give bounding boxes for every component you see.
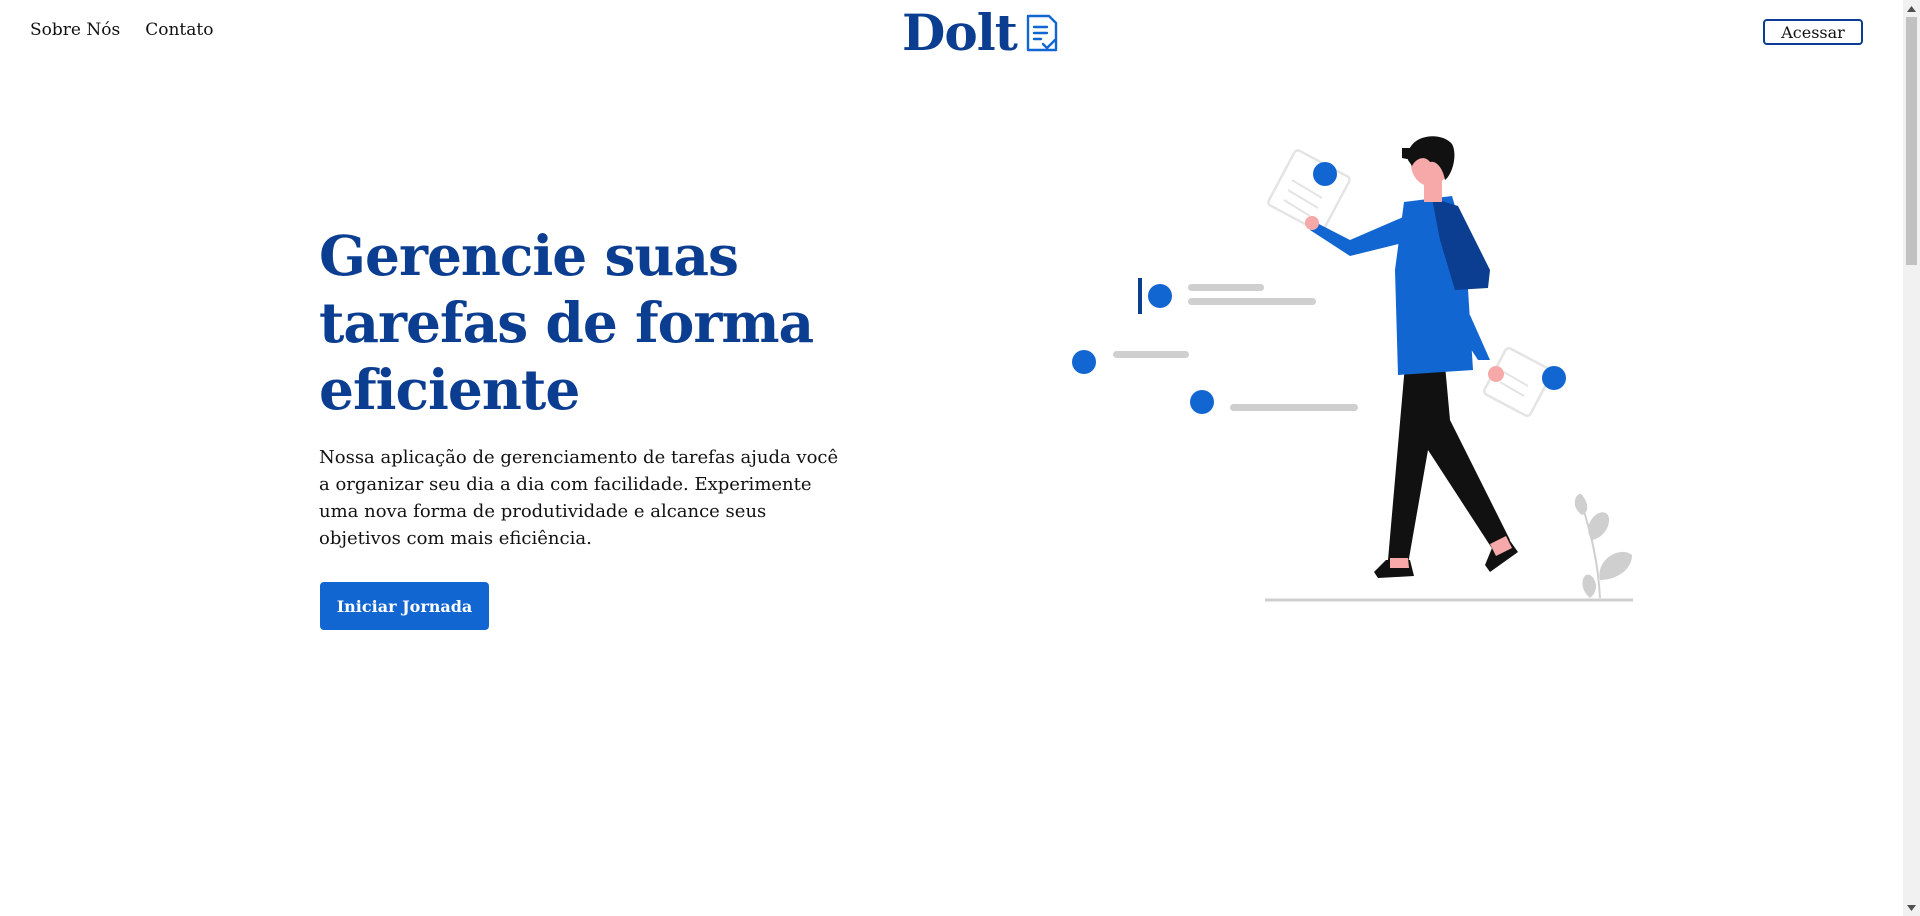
paper-icon bbox=[1482, 346, 1554, 418]
scroll-down-arrow-icon[interactable] bbox=[1903, 899, 1920, 916]
scroll-up-arrow-icon[interactable] bbox=[1903, 0, 1920, 17]
hero-title: Gerencie suas tarefas de forma eficiente bbox=[319, 223, 814, 422]
person-tasks-illustration-icon bbox=[1072, 136, 1633, 602]
access-button[interactable]: Acessar bbox=[1763, 19, 1863, 45]
vertical-scrollbar[interactable] bbox=[1903, 0, 1920, 916]
hero-illustration bbox=[1060, 120, 1640, 614]
main-nav: Sobre Nós Contato bbox=[30, 20, 213, 40]
start-journey-button[interactable]: Iniciar Jornada bbox=[320, 582, 489, 630]
scrollbar-thumb[interactable] bbox=[1906, 17, 1917, 265]
brand-logo[interactable]: Dolt bbox=[902, 2, 1059, 64]
checklist-document-icon bbox=[1025, 13, 1059, 53]
hero-description: Nossa aplicação de gerenciamento de tare… bbox=[319, 447, 839, 549]
nav-link-sobre-nos[interactable]: Sobre Nós bbox=[30, 20, 120, 40]
plant-icon bbox=[1574, 494, 1632, 599]
landing-page: Sobre Nós Contato Dolt Acessar Gerencie … bbox=[0, 0, 1920, 916]
logo-text: Dolt bbox=[902, 3, 1018, 62]
site-header: Sobre Nós Contato Dolt Acessar bbox=[0, 0, 1900, 64]
nav-link-contato[interactable]: Contato bbox=[145, 20, 213, 40]
